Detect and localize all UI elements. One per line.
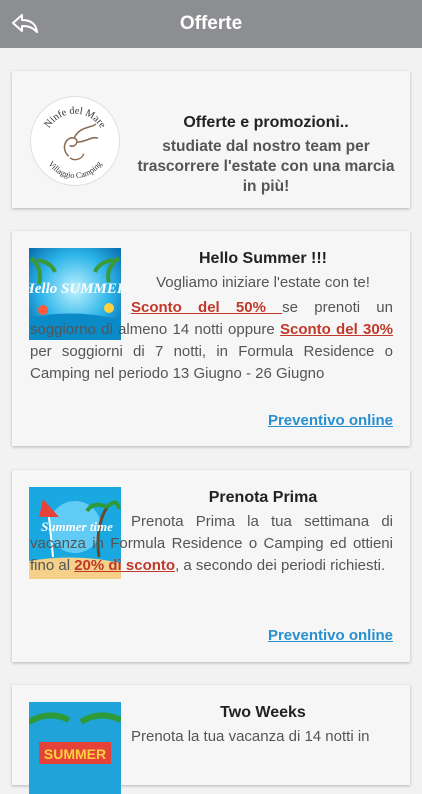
online-quote-link[interactable]: Preventivo online [268,412,393,429]
offer-card: Hello SUMMER Hello Summer !!! Vogliamo i… [12,231,410,446]
intro-card: Ninfe del Mare Villaggio Camping Offerte… [12,71,410,208]
offer-description: Sconto del 50% se prenoti un soggiorno d… [30,299,393,382]
discount-highlight: 20% di sconto [74,557,176,574]
offer-description: Prenota Prima la tua settimana di vacanz… [30,513,393,574]
ninfe-del-mare-logo: Ninfe del Mare Villaggio Camping [30,96,120,186]
intro-text: studiate dal nostro team per trascorrere… [137,138,395,195]
offer-card: Summer time Prenota Prima Prenota Prima … [12,470,410,662]
intro-title: Offerte e promozioni.. [183,114,349,131]
online-quote-link[interactable]: Preventivo online [268,627,393,644]
offer-subtitle: Vogliamo iniziare l'estate con te! [156,274,370,291]
offer-card: SUMMER Two Weeks Prenota la tua vacanza … [12,685,410,794]
offer-title: Hello Summer !!! [198,250,327,267]
offer-description: Prenota la tua vacanza di 14 notti in [131,728,370,745]
discount-highlight: Sconto del 30% [279,321,393,338]
offer-title: Two Weeks [220,704,306,721]
svg-text:SUMMER: SUMMER [44,746,106,762]
offer-title: Prenota Prima [208,489,318,506]
svg-text:Hello SUMMER: Hello SUMMER [29,281,121,297]
discount-highlight: Sconto del 50% [131,299,283,316]
two-weeks-image: SUMMER [29,702,121,794]
top-bar: Offerte [0,0,422,48]
page-title: Offerte [179,13,243,34]
